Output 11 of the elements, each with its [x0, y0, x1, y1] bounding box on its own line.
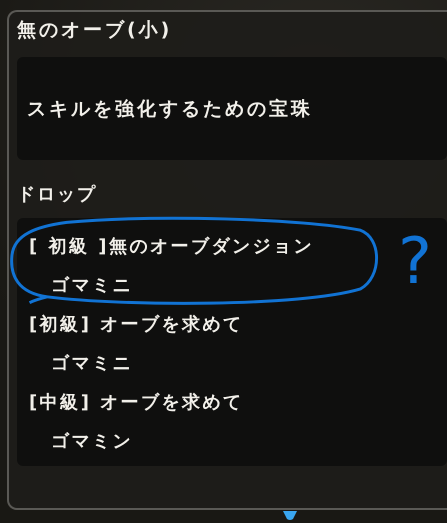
monster-name: ゴマミニ	[51, 352, 133, 376]
monster-name: ゴマミン	[51, 430, 133, 454]
item-description: スキルを強化するための宝珠	[27, 96, 313, 122]
quest-name: [初級] オーブを求めて	[29, 313, 244, 337]
item-title: 無のオーブ(小)	[17, 18, 172, 43]
section-heading: ドロップ	[17, 183, 97, 207]
indicator-icon	[283, 511, 297, 521]
monster-name: ゴマミニ	[51, 274, 133, 298]
hand-drawn-question-mark: ?	[398, 224, 432, 301]
quest-name: [中級] オーブを求めて	[29, 391, 244, 415]
quest-name: [ 初級 ]無のオーブダンジョン	[29, 235, 314, 259]
